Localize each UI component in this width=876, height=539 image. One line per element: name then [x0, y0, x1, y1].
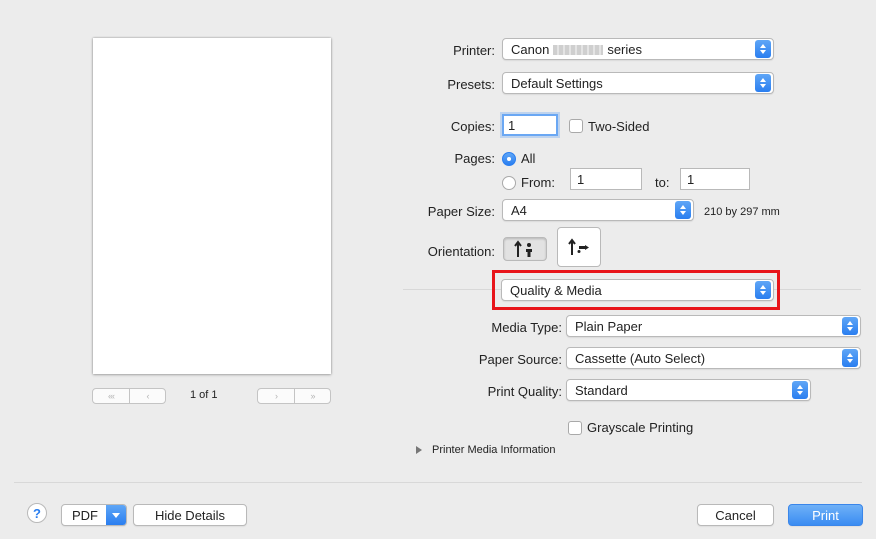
- copies-label: Copies:: [450, 119, 495, 134]
- orientation-portrait-button[interactable]: [503, 237, 547, 261]
- media-type-label: Media Type:: [491, 320, 562, 335]
- first-page-button[interactable]: «‹: [93, 389, 129, 403]
- paper-size-value: A4: [511, 202, 527, 218]
- pages-to-field[interactable]: 1: [680, 168, 750, 190]
- pages-all-radio[interactable]: [502, 152, 516, 166]
- portrait-orientation-icon: [514, 240, 532, 257]
- previous-page-button[interactable]: ‹: [129, 389, 165, 403]
- chevron-down-icon: [106, 505, 126, 525]
- cancel-button[interactable]: Cancel: [697, 504, 774, 526]
- print-quality-value: Standard: [575, 382, 628, 398]
- printer-media-info-label[interactable]: Printer Media Information: [432, 444, 556, 456]
- pages-to-label: to:: [655, 175, 670, 190]
- chevron-updown-icon: [792, 381, 808, 399]
- presets-value: Default Settings: [511, 75, 603, 91]
- paper-source-popup[interactable]: Cassette (Auto Select): [566, 347, 861, 369]
- pages-from-label: From:: [521, 175, 555, 190]
- printer-popup[interactable]: Canon series: [502, 38, 774, 60]
- presets-popup[interactable]: Default Settings: [502, 72, 774, 94]
- chevron-updown-icon: [755, 74, 771, 92]
- orientation-label: Orientation:: [427, 244, 495, 259]
- paper-source-value: Cassette (Auto Select): [575, 350, 706, 366]
- two-sided-checkbox[interactable]: [569, 119, 583, 133]
- disclosure-triangle-icon[interactable]: [416, 446, 422, 454]
- chevron-updown-icon: [755, 40, 771, 58]
- footer-separator: [14, 482, 862, 483]
- grayscale-checkbox[interactable]: [568, 421, 582, 435]
- media-type-value: Plain Paper: [575, 318, 643, 334]
- preview-nav-back-group[interactable]: «‹ ‹: [92, 388, 166, 404]
- pages-from-radio[interactable]: [502, 176, 516, 190]
- chevron-updown-icon: [842, 317, 858, 335]
- chevron-updown-icon: [675, 201, 691, 219]
- printer-label: Printer:: [453, 43, 495, 58]
- print-quality-popup[interactable]: Standard: [566, 379, 811, 401]
- paper-source-label: Paper Source:: [478, 352, 562, 367]
- media-type-popup[interactable]: Plain Paper: [566, 315, 861, 337]
- chevron-updown-icon: [842, 349, 858, 367]
- page-count: 1 of 1: [190, 389, 218, 401]
- last-page-button[interactable]: ››: [294, 389, 330, 403]
- highlight-box: [492, 270, 780, 310]
- hide-details-button[interactable]: Hide Details: [133, 504, 247, 526]
- landscape-orientation-icon: [568, 238, 589, 255]
- print-button[interactable]: Print: [788, 504, 863, 526]
- help-button[interactable]: ?: [27, 503, 47, 523]
- two-sided-label: Two-Sided: [588, 119, 650, 134]
- pages-label: Pages:: [454, 151, 495, 166]
- presets-label: Presets:: [447, 77, 495, 92]
- copies-field[interactable]: 1: [502, 114, 558, 136]
- page-preview: [93, 38, 331, 374]
- grayscale-label: Grayscale Printing: [587, 420, 694, 435]
- paper-size-label: Paper Size:: [427, 204, 495, 219]
- preview-nav-forward-group[interactable]: › ››: [257, 388, 331, 404]
- print-quality-label: Print Quality:: [487, 384, 562, 399]
- printer-value: Canon series: [511, 41, 642, 57]
- pdf-menu-button[interactable]: PDF: [61, 504, 127, 526]
- redacted-model: [553, 45, 604, 56]
- pages-from-field[interactable]: 1: [570, 168, 642, 190]
- paper-size-popup[interactable]: A4: [502, 199, 694, 221]
- pdf-label: PDF: [72, 507, 98, 523]
- orientation-landscape-button[interactable]: [557, 227, 601, 267]
- next-page-button[interactable]: ›: [258, 389, 294, 403]
- paper-dimensions: 210 by 297 mm: [704, 206, 780, 218]
- pages-all-label: All: [521, 151, 536, 166]
